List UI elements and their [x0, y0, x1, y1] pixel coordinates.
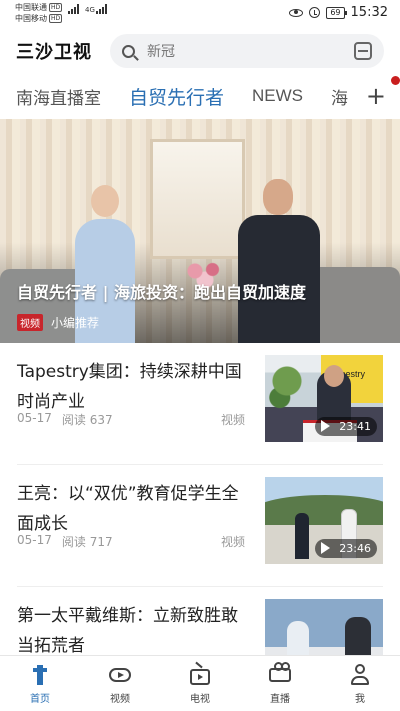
video-duration: 23:46 — [315, 539, 377, 558]
article-title[interactable]: 王亮：以“双优”教育促学生全面成长 — [17, 479, 245, 539]
nav-me[interactable]: 我 — [320, 656, 400, 711]
scan-icon[interactable] — [354, 42, 372, 60]
article-reads: 阅读 717 — [61, 535, 113, 549]
live-icon — [269, 662, 291, 682]
article-date: 05-17 — [17, 533, 52, 547]
search-bar[interactable]: 新冠 — [110, 34, 384, 68]
app-header: 三沙卫视 新冠 — [0, 28, 400, 74]
nav-label: 首页 — [30, 694, 50, 705]
carrier-2: 中国移动 — [15, 14, 47, 23]
article-date: 05-17 — [17, 411, 52, 425]
article-thumbnail[interactable]: 23:46 — [265, 477, 383, 564]
hero-tag: 小编推荐 — [51, 316, 100, 330]
hero-banner[interactable]: 自贸先行者 | 海旅投资：跑出自贸加速度 视频 小编推荐 — [0, 119, 400, 343]
profile-icon — [350, 664, 370, 686]
notification-dot — [391, 76, 400, 85]
battery-icon: 69 — [326, 6, 347, 19]
carrier-1: 中国联通 — [15, 3, 47, 12]
hd-badge: HD — [49, 14, 63, 23]
network-type: 4G — [85, 6, 95, 14]
search-input[interactable]: 新冠 — [147, 41, 354, 61]
video-icon — [109, 668, 131, 682]
video-badge: 视频 — [17, 314, 43, 331]
search-icon — [122, 44, 135, 58]
signal-icon: 4G — [68, 4, 107, 14]
hero-title[interactable]: 自贸先行者 | 海旅投资：跑出自贸加速度 — [17, 279, 306, 303]
article-kind: 视频 — [220, 535, 245, 549]
article-kind: 视频 — [220, 413, 245, 427]
nav-label: 视频 — [110, 694, 130, 705]
nav-video[interactable]: 视频 — [80, 656, 160, 711]
nav-tv[interactable]: 电视 — [160, 656, 240, 711]
app-logo[interactable]: 三沙卫视 — [16, 38, 108, 64]
play-icon — [321, 420, 331, 432]
eye-comfort-icon — [289, 8, 304, 17]
tab-nanhai-live[interactable]: 南海直播室 — [16, 84, 101, 109]
video-duration: 23:41 — [315, 417, 377, 436]
nav-live[interactable]: 直播 — [240, 656, 320, 711]
nav-home[interactable]: 首页 — [0, 656, 80, 711]
article-title[interactable]: 第一太平戴维斯：立新致胜敢当拓荒者 — [17, 601, 245, 661]
nav-label: 直播 — [270, 694, 290, 705]
list-item[interactable]: 王亮：以“双优”教育促学生全面成长 05-17 阅读 717 视频 23:46 — [17, 465, 383, 587]
alarm-icon — [309, 7, 321, 18]
list-item[interactable]: Tapestry集团：持续深耕中国时尚产业 05-17 阅读 637 视频 ta… — [17, 343, 383, 465]
nav-label: 电视 — [190, 694, 210, 705]
tab-hai[interactable]: 海 — [331, 84, 348, 109]
nav-label: 我 — [355, 694, 365, 705]
tv-icon — [190, 668, 210, 685]
home-icon — [32, 665, 48, 685]
article-reads: 阅读 637 — [61, 413, 113, 427]
article-thumbnail[interactable]: tapestry 23:41 — [265, 355, 383, 442]
add-channel-icon[interactable]: + — [366, 84, 386, 108]
carrier-info: 中国联通 HD 中国移动 HD — [15, 2, 63, 24]
bottom-nav: 首页 视频 电视 直播 我 — [0, 655, 400, 711]
tab-ziмao-pioneer[interactable]: 自贸先行者 — [129, 83, 224, 110]
channel-tabs: 南海直播室 自贸先行者 NEWS 海 + — [0, 74, 400, 118]
status-time: 15:32 — [350, 5, 388, 20]
play-icon — [321, 542, 331, 554]
hd-badge: HD — [49, 3, 63, 12]
status-bar: 中国联通 HD 中国移动 HD 4G 69 15:32 — [0, 0, 400, 28]
article-title[interactable]: Tapestry集团：持续深耕中国时尚产业 — [17, 357, 245, 417]
tab-news[interactable]: NEWS — [252, 86, 303, 106]
